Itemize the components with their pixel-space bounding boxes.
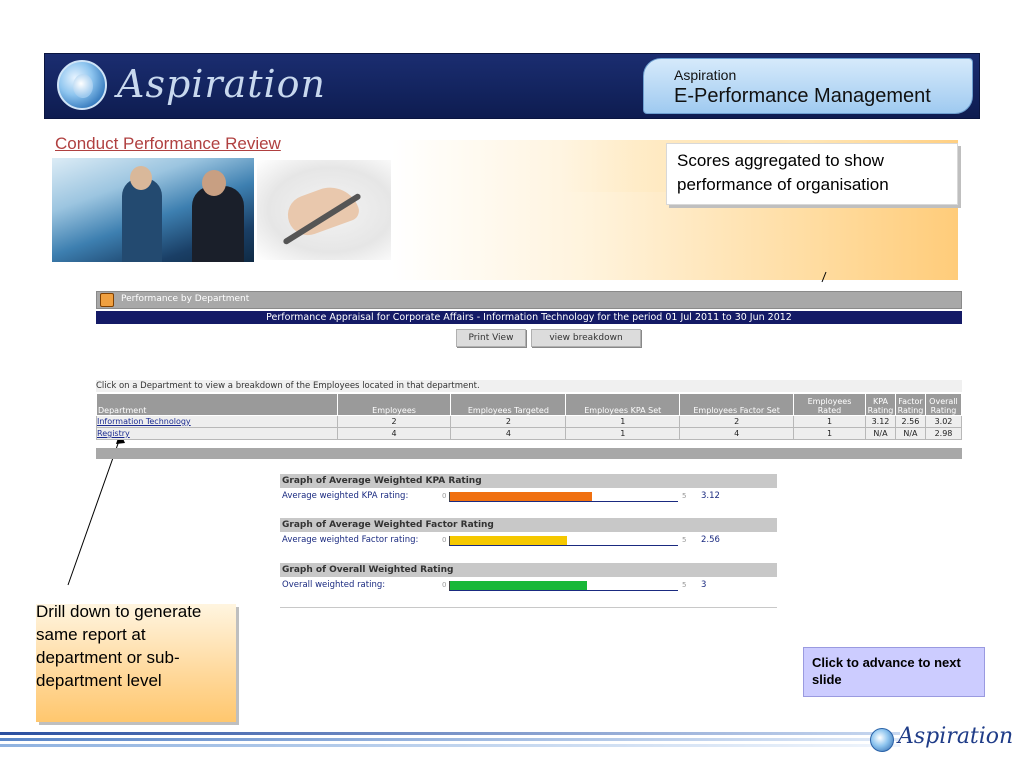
table-row: Registry 4 4 1 4 1 N/A N/A 2.98 <box>96 427 963 440</box>
col-factor-rating[interactable]: Factor Rating <box>894 393 926 416</box>
col-employees-rated[interactable]: Employees Rated <box>793 393 866 416</box>
graph-track <box>449 581 678 591</box>
col-employees-factor-set[interactable]: Employees Factor Set <box>679 393 795 416</box>
col-employees-kpa-set[interactable]: Employees KPA Set <box>565 393 681 416</box>
graph-label: Average weighted KPA rating: <box>282 491 409 501</box>
graph-bar <box>450 581 587 590</box>
table-row: Information Technology 2 2 1 2 1 3.12 2.… <box>96 415 963 428</box>
app-window-titlebar: Performance by Department <box>96 291 962 309</box>
graph-value: 3 <box>701 580 707 590</box>
cell-factor-set: 4 <box>679 427 795 440</box>
footer-logo-icon <box>870 728 894 752</box>
footer-stripes <box>0 728 900 752</box>
cell-kpa-set: 1 <box>565 415 681 428</box>
graph-label: Overall weighted rating: <box>282 580 386 590</box>
graph-min: 0 <box>442 536 447 544</box>
table-footer-bar <box>96 448 962 459</box>
department-link-registry[interactable]: Registry <box>97 429 130 438</box>
graph-max: 5 <box>682 581 687 589</box>
graph-title: Graph of Overall Weighted Rating <box>280 563 777 577</box>
factor-rating-graph: Graph of Average Weighted Factor Rating … <box>280 518 777 548</box>
graph-value: 2.56 <box>701 535 720 545</box>
window-title: Performance by Department <box>121 294 250 304</box>
col-employees-targeted[interactable]: Employees Targeted <box>450 393 567 416</box>
table-header-row: Department Employees Employees Targeted … <box>96 393 963 416</box>
window-app-icon <box>100 293 114 307</box>
graph-bar <box>450 536 567 545</box>
print-view-button[interactable]: Print View <box>456 329 526 347</box>
cell-factor-rating: 2.56 <box>894 415 926 428</box>
graph-divider <box>280 607 777 608</box>
graph-max: 5 <box>682 492 687 500</box>
graph-track <box>449 536 678 546</box>
col-employees[interactable]: Employees <box>336 393 452 416</box>
cell-targeted: 4 <box>450 427 567 440</box>
cell-overall-rating: 2.98 <box>924 427 963 440</box>
col-department[interactable]: Department <box>96 393 338 416</box>
table-instruction: Click on a Department to view a breakdow… <box>96 380 962 392</box>
cell-overall-rating: 3.02 <box>924 415 963 428</box>
graph-title: Graph of Average Weighted KPA Rating <box>280 474 777 488</box>
department-table: Department Employees Employees Targeted … <box>96 393 963 440</box>
graph-title: Graph of Average Weighted Factor Rating <box>280 518 777 532</box>
cell-kpa-rating: N/A <box>864 427 896 440</box>
col-kpa-rating[interactable]: KPA Rating <box>864 393 896 416</box>
graph-max: 5 <box>682 536 687 544</box>
cell-rated: 1 <box>793 427 866 440</box>
advance-slide-button[interactable]: Click to advance to next slide <box>803 647 985 697</box>
drilldown-callout: Drill down to generate same report at de… <box>36 602 202 690</box>
cell-rated: 1 <box>793 415 866 428</box>
cell-kpa-rating: 3.12 <box>864 415 896 428</box>
footer-brand: Aspiration <box>898 724 1014 749</box>
graph-value: 3.12 <box>701 491 720 501</box>
cell-factor-set: 2 <box>679 415 795 428</box>
graph-track <box>449 492 678 502</box>
department-link-information-technology[interactable]: Information Technology <box>97 417 191 426</box>
graph-min: 0 <box>442 581 447 589</box>
graph-label: Average weighted Factor rating: <box>282 535 419 545</box>
cell-employees: 4 <box>336 427 452 440</box>
cell-employees: 2 <box>336 415 452 428</box>
cell-factor-rating: N/A <box>894 427 926 440</box>
overall-rating-graph: Graph of Overall Weighted Rating Overall… <box>280 563 777 593</box>
cell-targeted: 2 <box>450 415 567 428</box>
report-subtitle: Performance Appraisal for Corporate Affa… <box>96 311 962 324</box>
graph-bar <box>450 492 593 501</box>
col-overall-rating[interactable]: Overall Rating <box>924 393 963 416</box>
graph-min: 0 <box>442 492 447 500</box>
cell-kpa-set: 1 <box>565 427 681 440</box>
kpa-rating-graph: Graph of Average Weighted KPA Rating Ave… <box>280 474 777 504</box>
view-breakdown-button[interactable]: view breakdown <box>531 329 641 347</box>
